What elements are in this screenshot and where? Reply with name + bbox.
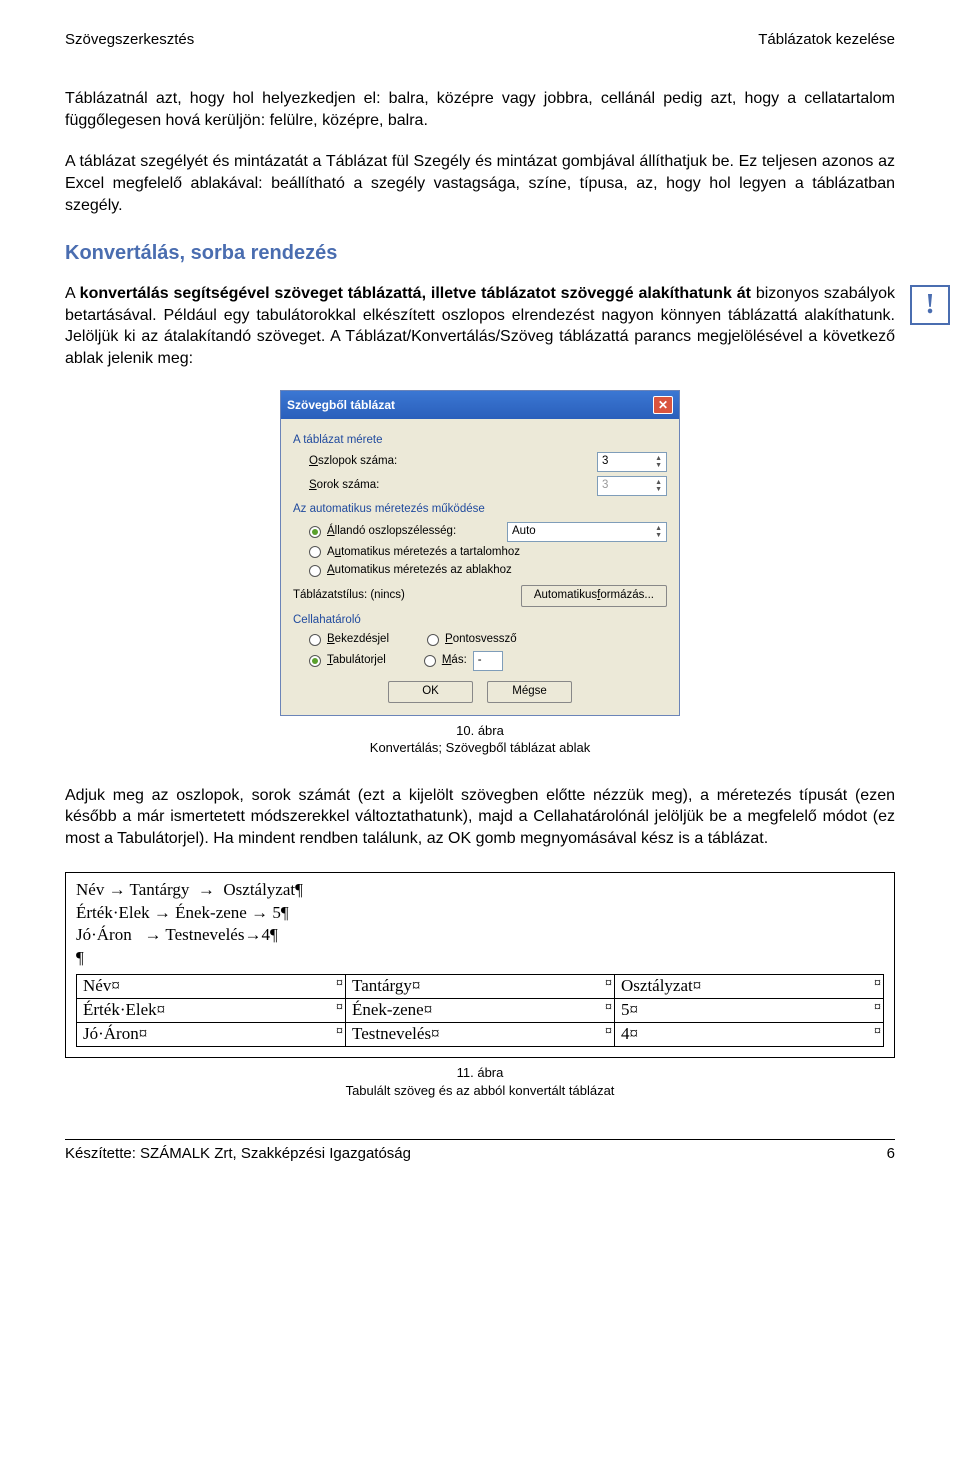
radio-paragraph-mark[interactable] — [309, 634, 321, 646]
table-row: Név¤¤ Tantárgy¤¤ Osztályzat¤¤ — [77, 975, 884, 999]
radio-semicolon[interactable] — [427, 634, 439, 646]
radio-semicolon-label: Pontosvessző — [445, 632, 517, 648]
header-left: Szövegszerkesztés — [65, 30, 194, 50]
tab-line-1: Név → Tantárgy → Osztályzat¶ — [76, 879, 884, 902]
ok-button[interactable]: OK — [388, 681, 473, 703]
radio-fit-content-label: Automatikus méretezés a tartalomhoz — [327, 545, 520, 561]
cols-label: Oszlopok száma: — [309, 454, 597, 470]
paragraph-1: Táblázatnál azt, hogy hol helyezkedjen e… — [65, 88, 895, 131]
tab-line-4: ¶ — [76, 947, 884, 970]
table-cell: 5¤¤ — [615, 999, 884, 1023]
dialog-title: Szövegből táblázat — [287, 397, 395, 413]
rows-label: Sorok száma: — [309, 478, 597, 494]
paragraph-3: A konvertálás segítségével szöveget tábl… — [65, 283, 895, 369]
fixed-width-value: Auto — [512, 524, 536, 540]
cols-spinner[interactable]: 3 ▲▼ — [597, 452, 667, 472]
table-cell: Testnevelés¤¤ — [346, 1023, 615, 1047]
figure-11-content: Név → Tantárgy → Osztályzat¶ Érték·Elek … — [65, 872, 895, 1059]
figure-11-number: 11. ábra — [65, 1064, 895, 1082]
table-row: Érték·Elek¤¤ Ének-zene¤¤ 5¤¤ — [77, 999, 884, 1023]
cancel-button[interactable]: Mégse — [487, 681, 572, 703]
radio-tab[interactable] — [309, 655, 321, 667]
radio-paragraph-label: Bekezdésjel — [327, 632, 389, 648]
important-icon: ! — [910, 285, 950, 325]
autoformat-button[interactable]: Automatikus formázás... — [521, 585, 667, 607]
table-cell: Jó·Áron¤¤ — [77, 1023, 346, 1047]
spinner-arrows-icon[interactable]: ▲▼ — [655, 525, 662, 539]
table-cell: Név¤¤ — [77, 975, 346, 999]
table-style-label: Táblázatstílus: (nincs) — [293, 588, 511, 604]
tab-line-3: Jó·Áron → Testnevelés→4¶ — [76, 924, 884, 947]
footer-author: Készítette: SZÁMALK Zrt, Szakképzési Iga… — [65, 1144, 411, 1164]
radio-fit-window[interactable] — [309, 565, 321, 577]
converted-table: Név¤¤ Tantárgy¤¤ Osztályzat¤¤ Érték·Elek… — [76, 974, 884, 1047]
spinner-arrows-icon[interactable]: ▲▼ — [655, 455, 662, 469]
rows-spinner: 3 ▲▼ — [597, 476, 667, 496]
radio-other-label: Más: — [442, 653, 467, 669]
figure-11-caption: Tabulált szöveg és az abból konvertált t… — [65, 1082, 895, 1100]
table-cell: Osztályzat¤¤ — [615, 975, 884, 999]
table-cell: Ének-zene¤¤ — [346, 999, 615, 1023]
figure-10-number: 10. ábra — [65, 722, 895, 740]
table-cell: Érték·Elek¤¤ — [77, 999, 346, 1023]
table-cell: Tantárgy¤¤ — [346, 975, 615, 999]
section-title: Konvertálás, sorba rendezés — [65, 240, 895, 267]
table-cell: 4¤¤ — [615, 1023, 884, 1047]
radio-fit-content[interactable] — [309, 546, 321, 558]
table-row: Jó·Áron¤¤ Testnevelés¤¤ 4¤¤ — [77, 1023, 884, 1047]
radio-fixed-width[interactable] — [309, 526, 321, 538]
close-icon[interactable]: ✕ — [653, 396, 673, 414]
paragraph-4: Adjuk meg az oszlopok, sorok számát (ezt… — [65, 785, 895, 850]
tab-line-2: Érték·Elek → Ének-zene → 5¶ — [76, 902, 884, 925]
other-delim-input[interactable]: - — [473, 651, 503, 671]
group-delimiter: Cellahatároló — [293, 613, 667, 629]
group-autosize: Az automatikus méretezés működése — [293, 502, 667, 518]
paragraph-2: A táblázat szegélyét és mintázatát a Táb… — [65, 151, 895, 216]
page-number: 6 — [887, 1144, 895, 1164]
radio-other[interactable] — [424, 655, 436, 667]
group-table-size: A táblázat mérete — [293, 433, 667, 449]
radio-tab-label: Tabulátorjel — [327, 653, 386, 669]
radio-fixed-label: Állandó oszlopszélesség: — [327, 524, 456, 540]
header-right: Táblázatok kezelése — [758, 30, 895, 50]
rows-value: 3 — [602, 478, 608, 494]
radio-fit-window-label: Automatikus méretezés az ablakhoz — [327, 563, 512, 579]
figure-10-caption: Konvertálás; Szövegből táblázat ablak — [65, 739, 895, 757]
fixed-width-combo[interactable]: Auto ▲▼ — [507, 522, 667, 542]
cols-value: 3 — [602, 454, 608, 470]
dialog-szovegbol-tablazat: Szövegből táblázat ✕ A táblázat mérete O… — [280, 390, 680, 716]
spinner-arrows-icon: ▲▼ — [655, 479, 662, 493]
